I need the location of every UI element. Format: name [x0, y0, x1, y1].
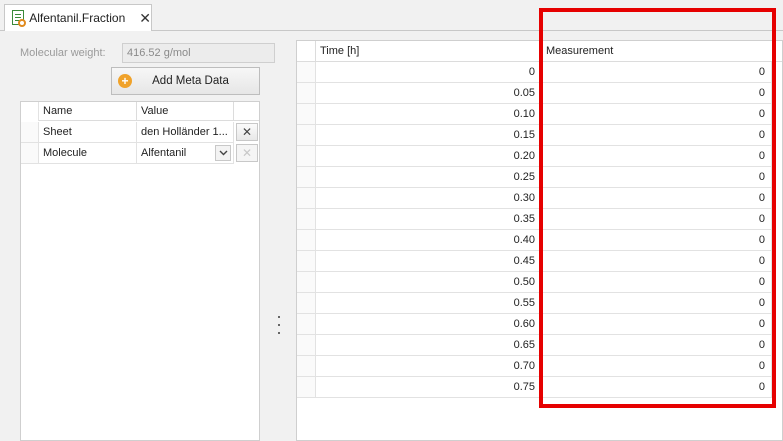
time-cell[interactable]: 0.65: [316, 335, 542, 356]
time-cell[interactable]: 0.15: [316, 125, 542, 146]
row-indicator[interactable]: [297, 251, 316, 272]
table-row[interactable]: 0.40 0: [297, 230, 782, 251]
measurement-cell[interactable]: 0: [542, 83, 772, 104]
measurement-cell[interactable]: 0: [542, 167, 772, 188]
table-row[interactable]: 0.10 0: [297, 104, 782, 125]
time-cell[interactable]: 0.35: [316, 209, 542, 230]
time-cell[interactable]: 0.30: [316, 188, 542, 209]
column-header-measurement[interactable]: Measurement: [542, 41, 772, 62]
document-tab-strip: Alfentanil.Fraction ✕: [0, 0, 783, 31]
meta-row-name[interactable]: Molecule: [39, 143, 137, 164]
column-header-time[interactable]: Time [h]: [316, 41, 542, 62]
delete-meta-button[interactable]: ✕: [236, 144, 258, 162]
table-row[interactable]: 00: [297, 62, 782, 83]
meta-grid-header: Name Value: [21, 102, 259, 121]
tab-title: Alfentanil.Fraction: [29, 11, 126, 25]
meta-row-name[interactable]: Sheet: [39, 122, 137, 143]
table-row[interactable]: 0.25 0: [297, 167, 782, 188]
time-cell[interactable]: 0.60: [316, 314, 542, 335]
row-indicator[interactable]: [297, 62, 316, 83]
meta-row-value: Alfentanil: [141, 147, 187, 159]
row-indicator[interactable]: [21, 143, 39, 164]
molecule-dropdown[interactable]: Alfentanil: [137, 143, 234, 164]
molecular-weight-row: Molecular weight: 416.52 g/mol: [20, 43, 275, 63]
row-indicator[interactable]: [297, 167, 316, 188]
measurement-cell[interactable]: 0: [542, 104, 772, 125]
measurement-cell[interactable]: 0: [542, 314, 772, 335]
table-row[interactable]: 0.05 0: [297, 83, 782, 104]
row-indicator[interactable]: [297, 335, 316, 356]
spreadsheet-file-icon: [11, 10, 27, 27]
row-indicator[interactable]: [297, 230, 316, 251]
row-indicator[interactable]: [297, 209, 316, 230]
row-indicator[interactable]: [297, 83, 316, 104]
table-row[interactable]: 0.35 0: [297, 209, 782, 230]
row-indicator[interactable]: [297, 272, 316, 293]
time-cell[interactable]: 0.75: [316, 377, 542, 398]
table-row[interactable]: 0.75 0: [297, 377, 782, 398]
table-row[interactable]: 0.50 0: [297, 272, 782, 293]
row-indicator[interactable]: [297, 125, 316, 146]
table-row[interactable]: 0.70 0: [297, 356, 782, 377]
measurement-cell[interactable]: 0: [542, 251, 772, 272]
time-cell[interactable]: 0.40: [316, 230, 542, 251]
table-row[interactable]: 0.60 0: [297, 314, 782, 335]
row-indicator[interactable]: [297, 104, 316, 125]
meta-data-grid: Name Value Sheet den Holländer 1... ✕ Mo…: [20, 101, 260, 441]
chevron-down-icon[interactable]: [215, 145, 231, 161]
measurement-cell[interactable]: 0: [542, 62, 772, 83]
header-row-indicator: [297, 41, 316, 62]
measurement-cell[interactable]: 0: [542, 146, 772, 167]
meta-row-value[interactable]: den Holländer 1...: [137, 122, 234, 143]
close-icon[interactable]: ✕: [139, 11, 151, 25]
measurement-cell[interactable]: 0: [542, 209, 772, 230]
time-cell[interactable]: 0.05: [316, 83, 542, 104]
table-row[interactable]: 0.45 0: [297, 251, 782, 272]
row-indicator[interactable]: [297, 314, 316, 335]
measurement-cell[interactable]: 0: [542, 230, 772, 251]
time-cell[interactable]: 0.25: [316, 167, 542, 188]
meta-data-panel: Molecular weight: 416.52 g/mol + Add Met…: [14, 40, 275, 441]
column-header-name[interactable]: Name: [39, 102, 137, 121]
measurement-cell[interactable]: 0: [542, 356, 772, 377]
measurement-data-grid: Time [h] Measurement 0 0 0.05 0 0.10 0 0.15 0 0.…: [296, 40, 783, 441]
close-icon: ✕: [241, 146, 253, 160]
time-cell[interactable]: 0.45: [316, 251, 542, 272]
row-indicator[interactable]: [297, 377, 316, 398]
table-row[interactable]: 0.65 0: [297, 335, 782, 356]
time-cell[interactable]: 0.55: [316, 293, 542, 314]
measurement-cell[interactable]: 0: [542, 272, 772, 293]
table-row[interactable]: 0.55 0: [297, 293, 782, 314]
add-meta-data-label: Add Meta Data: [152, 75, 229, 87]
measurement-cell[interactable]: 0: [542, 125, 772, 146]
row-indicator[interactable]: [297, 293, 316, 314]
header-row-indicator: [21, 102, 39, 121]
plus-circle-icon: +: [118, 74, 132, 88]
table-row[interactable]: 0.15 0: [297, 125, 782, 146]
data-grid-header: Time [h] Measurement: [297, 41, 782, 62]
time-cell[interactable]: 0.70: [316, 356, 542, 377]
time-cell[interactable]: 0.20: [316, 146, 542, 167]
panel-splitter-handle[interactable]: [276, 316, 282, 334]
measurement-cell[interactable]: 0: [542, 293, 772, 314]
table-row[interactable]: 0.20 0: [297, 146, 782, 167]
tab-alfentanil-fraction[interactable]: Alfentanil.Fraction ✕: [4, 4, 152, 31]
time-cell[interactable]: 0: [316, 62, 542, 83]
measurement-cell[interactable]: 0: [542, 335, 772, 356]
row-indicator[interactable]: [297, 188, 316, 209]
close-icon: ✕: [241, 125, 253, 139]
measurement-cell[interactable]: 0: [542, 188, 772, 209]
row-indicator[interactable]: [297, 146, 316, 167]
row-indicator[interactable]: [297, 356, 316, 377]
add-meta-data-button[interactable]: + Add Meta Data: [111, 67, 260, 95]
molecular-weight-field: 416.52 g/mol: [122, 43, 275, 63]
column-header-value[interactable]: Value: [137, 102, 234, 121]
table-row[interactable]: 0.30 0: [297, 188, 782, 209]
time-cell[interactable]: 0.50: [316, 272, 542, 293]
row-indicator[interactable]: [21, 122, 39, 143]
delete-meta-button[interactable]: ✕: [236, 123, 258, 141]
molecular-weight-label: Molecular weight:: [20, 47, 106, 59]
time-cell[interactable]: 0.10: [316, 104, 542, 125]
measurement-cell[interactable]: 0: [542, 377, 772, 398]
